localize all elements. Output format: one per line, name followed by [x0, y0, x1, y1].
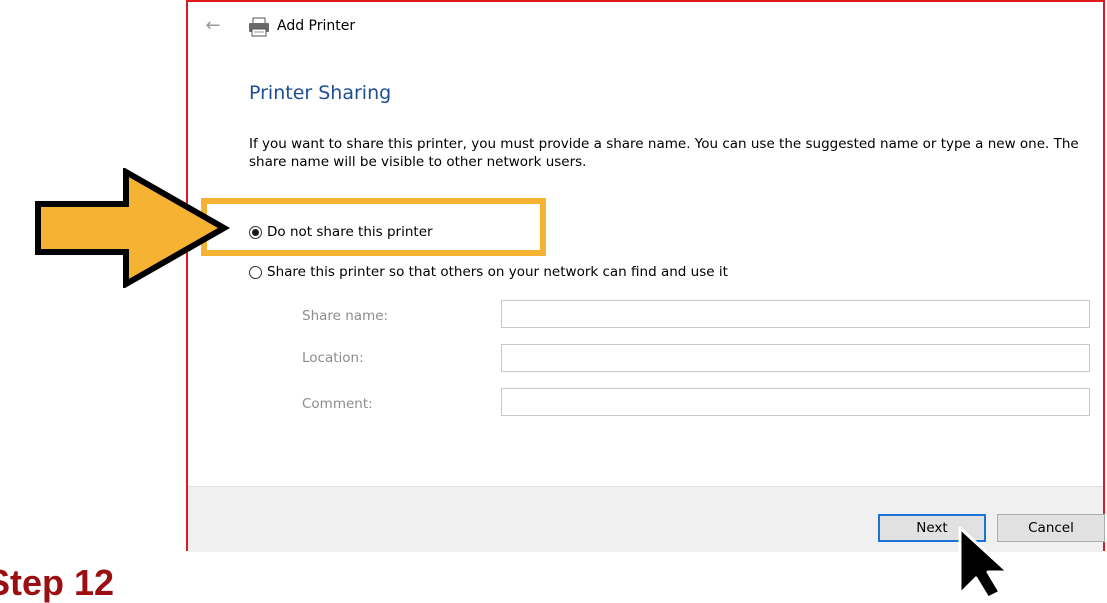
highlight-box — [201, 198, 546, 256]
page-heading: Printer Sharing — [249, 82, 392, 104]
location-label: Location: — [302, 350, 364, 366]
add-printer-dialog: ← Add Printer Printer Sharing If you wan… — [186, 0, 1105, 552]
comment-label: Comment: — [302, 396, 373, 412]
page-description: If you want to share this printer, you m… — [249, 136, 1079, 170]
share-name-input[interactable] — [501, 300, 1090, 328]
pointer-arrow-icon — [35, 168, 231, 288]
share-printer-label: Share this printer so that others on you… — [267, 264, 728, 280]
printer-icon — [249, 17, 269, 37]
window-title: Add Printer — [277, 18, 356, 34]
share-printer-option[interactable]: Share this printer so that others on you… — [249, 264, 728, 280]
share-name-label: Share name: — [302, 308, 389, 324]
mouse-cursor-icon — [958, 526, 1010, 598]
comment-input[interactable] — [501, 388, 1090, 416]
back-arrow-icon[interactable]: ← — [202, 16, 224, 36]
share-printer-radio[interactable] — [249, 265, 262, 279]
step-label: Step 12 — [0, 562, 115, 603]
location-input[interactable] — [501, 344, 1090, 372]
